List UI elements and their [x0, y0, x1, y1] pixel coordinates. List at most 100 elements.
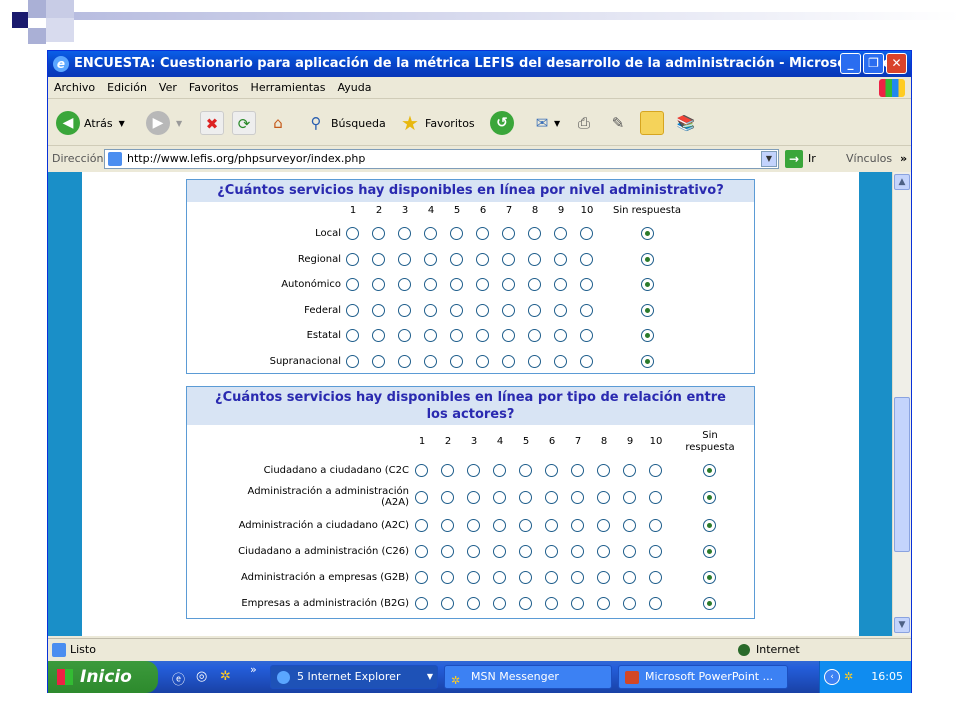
radio-option[interactable] [346, 227, 359, 240]
radio-option[interactable] [467, 519, 480, 532]
radio-option[interactable] [372, 303, 385, 317]
radio-option[interactable] [571, 571, 584, 584]
vertical-scrollbar[interactable]: ▲ ▼ [892, 172, 911, 636]
address-dropdown-icon[interactable]: ▼ [761, 151, 777, 167]
address-input[interactable]: http://www.lefis.org/phpsurveyor/index.p… [104, 149, 779, 169]
radio-option[interactable] [450, 252, 463, 266]
radio-option[interactable] [641, 227, 654, 240]
search-button[interactable]: ⚲ Búsqueda [304, 108, 386, 138]
radio-option[interactable] [545, 545, 558, 558]
radio-option[interactable] [424, 303, 437, 317]
back-button[interactable]: ◀ Atrás ▼ [56, 108, 125, 138]
radio-option[interactable] [493, 545, 506, 558]
tray-expand-icon[interactable]: ‹ [824, 669, 840, 685]
radio-option[interactable] [528, 303, 541, 317]
radio-option[interactable] [641, 252, 654, 266]
start-button[interactable]: Inicio [48, 661, 158, 693]
menu-item[interactable]: Ver [153, 77, 183, 99]
radio-option[interactable] [528, 355, 541, 368]
menu-item[interactable]: Archivo [48, 77, 101, 99]
quicklaunch-ie-icon[interactable]: ⓔ [172, 669, 185, 688]
radio-option[interactable] [528, 329, 541, 343]
radio-option[interactable] [450, 227, 463, 240]
radio-option[interactable] [528, 252, 541, 266]
radio-option[interactable] [580, 329, 593, 343]
radio-option[interactable] [493, 491, 506, 504]
radio-option[interactable] [493, 597, 506, 610]
radio-option[interactable] [346, 278, 359, 292]
radio-option[interactable] [372, 278, 385, 292]
radio-option[interactable] [476, 252, 489, 266]
radio-option[interactable] [703, 491, 716, 504]
radio-option[interactable] [441, 545, 454, 558]
radio-option[interactable] [415, 571, 428, 584]
radio-option[interactable] [554, 329, 567, 343]
quicklaunch-messenger-icon[interactable]: ✲ [220, 669, 231, 684]
refresh-button[interactable]: ⟳ [232, 108, 256, 138]
radio-option[interactable] [476, 329, 489, 343]
radio-option[interactable] [545, 519, 558, 532]
radio-option[interactable] [476, 227, 489, 240]
radio-option[interactable] [641, 355, 654, 368]
links-chevron-icon[interactable]: » [900, 147, 907, 171]
radio-option[interactable] [424, 329, 437, 343]
radio-option[interactable] [571, 597, 584, 610]
radio-option[interactable] [623, 491, 636, 504]
title-bar[interactable]: e ENCUESTA: Cuestionario para aplicación… [48, 51, 911, 77]
radio-option[interactable] [502, 252, 515, 266]
radio-option[interactable] [502, 355, 515, 368]
radio-option[interactable] [519, 519, 532, 532]
radio-option[interactable] [467, 545, 480, 558]
radio-option[interactable] [467, 491, 480, 504]
radio-option[interactable] [571, 464, 584, 477]
radio-option[interactable] [623, 519, 636, 532]
radio-option[interactable] [519, 491, 532, 504]
radio-option[interactable] [441, 464, 454, 477]
radio-option[interactable] [415, 491, 428, 504]
radio-option[interactable] [450, 278, 463, 292]
stop-button[interactable]: ✖ [200, 108, 224, 138]
maximize-button[interactable]: ❐ [863, 53, 884, 74]
folder-button[interactable] [640, 108, 664, 138]
radio-option[interactable] [450, 303, 463, 317]
radio-option[interactable] [554, 355, 567, 368]
radio-option[interactable] [467, 597, 480, 610]
radio-option[interactable] [623, 571, 636, 584]
menu-item[interactable]: Herramientas [245, 77, 332, 99]
radio-option[interactable] [441, 571, 454, 584]
task-internet-explorer[interactable]: 5 Internet Explorer ▼ [270, 665, 438, 689]
quicklaunch-browser-icon[interactable]: ◎ [196, 669, 207, 684]
radio-option[interactable] [441, 597, 454, 610]
radio-option[interactable] [597, 464, 610, 477]
radio-option[interactable] [467, 571, 480, 584]
history-button[interactable]: ↺ [490, 108, 514, 138]
radio-option[interactable] [519, 464, 532, 477]
radio-option[interactable] [703, 597, 716, 610]
radio-option[interactable] [441, 491, 454, 504]
menu-item[interactable]: Favoritos [183, 77, 245, 99]
radio-option[interactable] [641, 303, 654, 317]
radio-option[interactable] [398, 355, 411, 368]
radio-option[interactable] [493, 519, 506, 532]
radio-option[interactable] [545, 464, 558, 477]
radio-option[interactable] [597, 491, 610, 504]
scroll-down-icon[interactable]: ▼ [894, 617, 910, 633]
radio-option[interactable] [450, 329, 463, 343]
minimize-button[interactable]: _ [840, 53, 861, 74]
radio-option[interactable] [623, 545, 636, 558]
radio-option[interactable] [703, 519, 716, 532]
radio-option[interactable] [597, 571, 610, 584]
radio-option[interactable] [703, 571, 716, 584]
radio-option[interactable] [580, 252, 593, 266]
radio-option[interactable] [398, 252, 411, 266]
radio-option[interactable] [554, 252, 567, 266]
home-button[interactable]: ⌂ [266, 108, 290, 138]
radio-option[interactable] [649, 545, 662, 558]
radio-option[interactable] [597, 597, 610, 610]
radio-option[interactable] [649, 571, 662, 584]
radio-option[interactable] [398, 278, 411, 292]
radio-option[interactable] [623, 464, 636, 477]
radio-option[interactable] [424, 252, 437, 266]
radio-option[interactable] [372, 329, 385, 343]
radio-option[interactable] [703, 464, 716, 477]
